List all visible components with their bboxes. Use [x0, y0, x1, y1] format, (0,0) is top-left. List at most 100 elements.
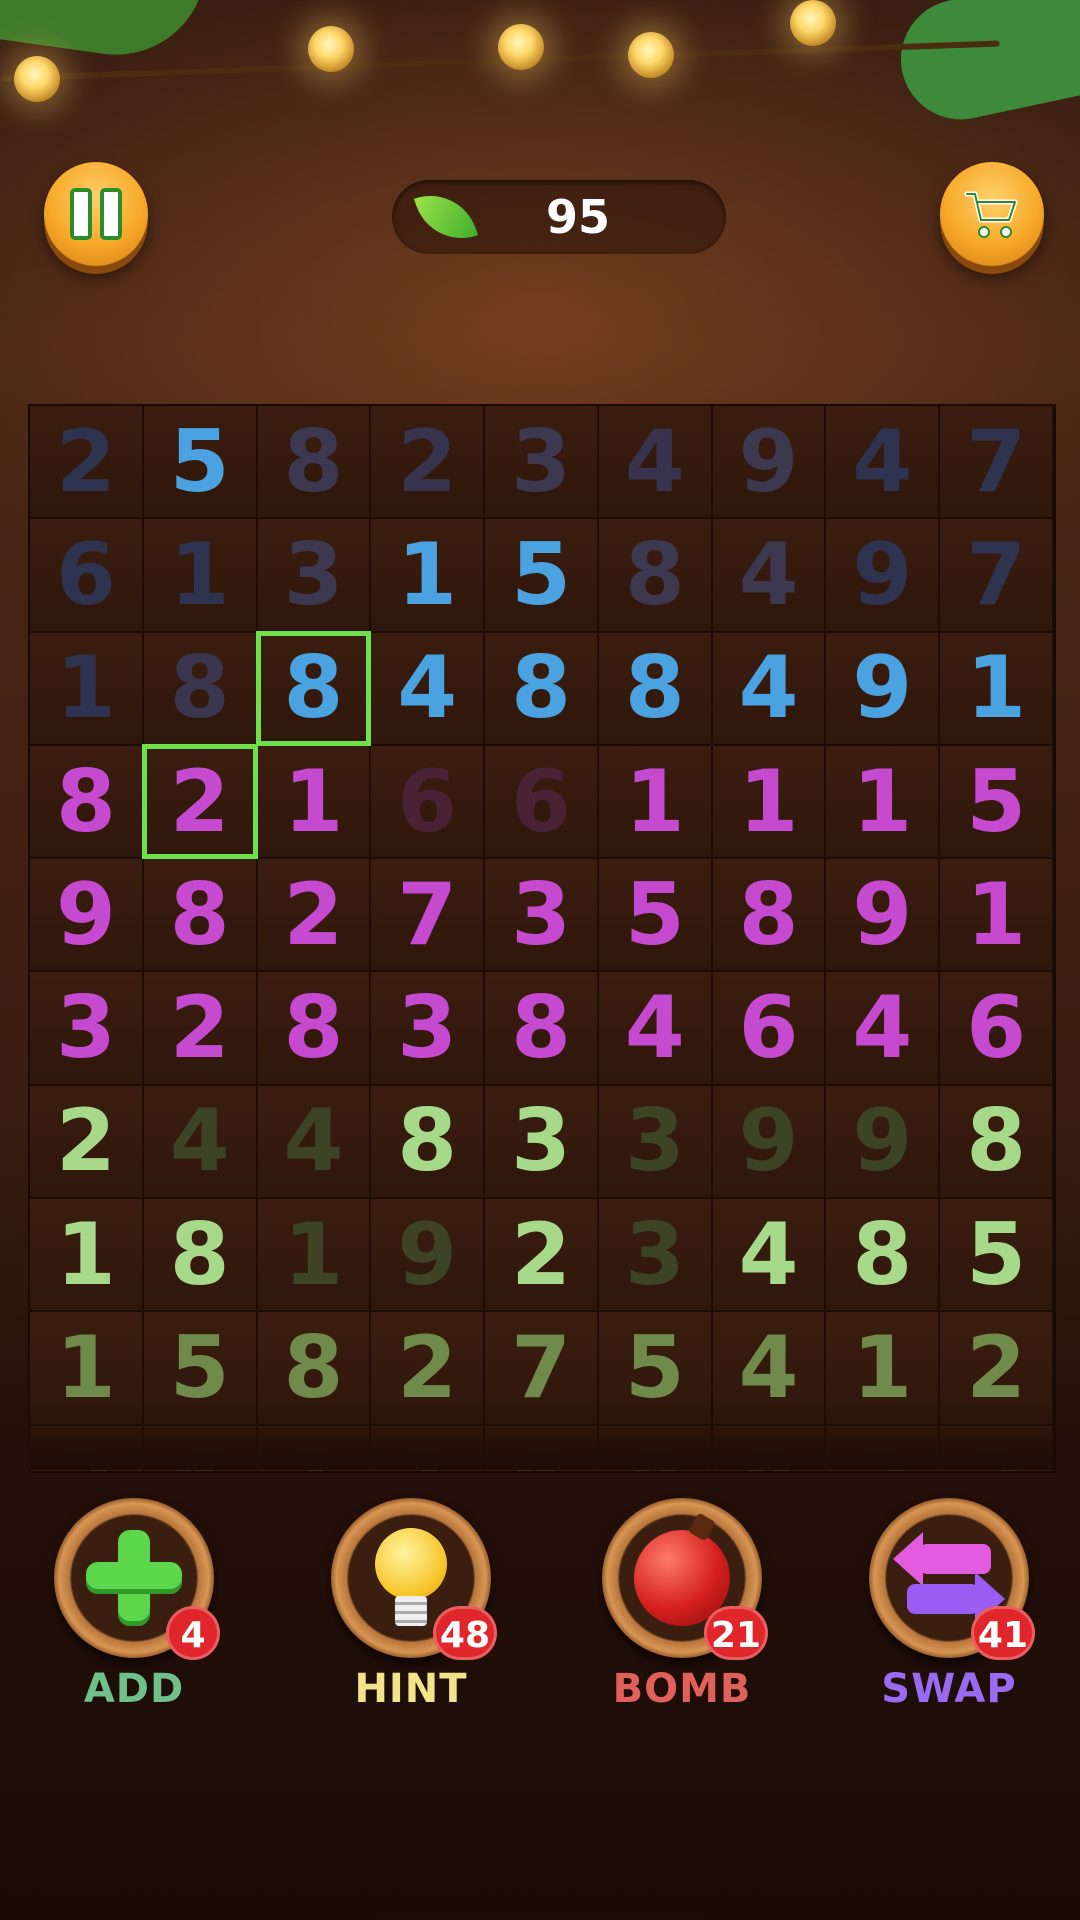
bomb-tool-ring[interactable]: 21	[602, 1498, 768, 1660]
grid-cell[interactable]: 8	[371, 1085, 486, 1200]
hint-tool-ring[interactable]: 48	[331, 1498, 497, 1660]
grid-cell[interactable]: 1	[257, 1425, 372, 1471]
grid-cell[interactable]: 4	[712, 1199, 827, 1313]
grid-cell[interactable]: 7	[485, 1312, 599, 1426]
grid-cell[interactable]: 2	[371, 406, 486, 520]
grid-cell[interactable]: 4	[598, 972, 713, 1086]
grid-cell[interactable]: 5	[485, 519, 599, 633]
grid-cell[interactable]: 9	[826, 632, 941, 746]
grid-cell[interactable]: 8	[598, 519, 713, 633]
grid-cell[interactable]: 9	[826, 519, 941, 633]
grid-cell[interactable]: 4	[371, 632, 486, 746]
grid-cell[interactable]: 3	[485, 859, 599, 973]
grid-cell[interactable]: 2	[940, 1312, 1054, 1426]
grid-cell[interactable]: 2	[257, 859, 372, 973]
grid-cell[interactable]: 4	[712, 632, 827, 746]
grid-cell[interactable]: 9	[826, 859, 941, 973]
grid-cell[interactable]: 1	[371, 1425, 486, 1471]
grid-cell[interactable]: 1	[30, 632, 144, 746]
grid-cell[interactable]: 7	[940, 406, 1054, 520]
grid-cell[interactable]: 1	[826, 1312, 941, 1426]
shop-button[interactable]	[940, 162, 1044, 266]
grid-cell[interactable]: 1	[826, 745, 941, 860]
grid-cell[interactable]: 4	[826, 972, 941, 1086]
grid-cell[interactable]: 9	[712, 406, 827, 520]
grid-cell[interactable]: 9	[371, 1199, 486, 1313]
grid-cell[interactable]: 1	[30, 1199, 144, 1313]
grid-cell[interactable]: 8	[30, 745, 144, 860]
grid-cell[interactable]: 1	[257, 1199, 372, 1313]
grid-cell[interactable]: 8	[143, 1199, 258, 1313]
grid-cell[interactable]: 8	[485, 632, 599, 746]
grid-cell[interactable]: 2	[143, 972, 258, 1086]
grid-cell[interactable]: 9	[826, 1085, 941, 1200]
grid-cell[interactable]: 6	[30, 519, 144, 633]
grid-cell[interactable]: 6	[940, 972, 1054, 1086]
grid-cell[interactable]: 8	[143, 632, 258, 746]
grid-cell[interactable]: 2	[371, 1312, 486, 1426]
grid-cell[interactable]: 1	[371, 519, 486, 633]
grid-cell[interactable]: 2	[30, 1425, 144, 1471]
grid-cell[interactable]: 1	[712, 745, 827, 860]
grid-cell[interactable]: 5	[598, 1312, 713, 1426]
grid-cell[interactable]: 2	[940, 1425, 1054, 1471]
grid-cell[interactable]: 4	[712, 519, 827, 633]
add-tool-button[interactable]: 4 ADD	[50, 1498, 220, 1712]
grid-cell[interactable]: 3	[485, 406, 599, 520]
grid-cell[interactable]: 8	[257, 972, 372, 1086]
grid-cell[interactable]: 8	[143, 859, 258, 973]
grid-cell[interactable]: 8	[712, 859, 827, 973]
hint-tool-button[interactable]: 48 HINT	[327, 1498, 497, 1712]
grid-cell[interactable]: 5	[598, 859, 713, 973]
grid-cell[interactable]: 8	[598, 1425, 713, 1471]
grid-cell[interactable]: 1	[598, 745, 713, 860]
pause-button[interactable]	[44, 162, 148, 266]
grid-cell[interactable]: 8	[826, 1199, 941, 1313]
grid-cell[interactable]: 3	[485, 1085, 599, 1200]
grid-cell[interactable]: 6	[143, 1425, 258, 1471]
grid-cell[interactable]: 4	[257, 1085, 372, 1200]
grid-cell[interactable]: 5	[940, 1199, 1054, 1313]
grid-cell[interactable]: 3	[257, 519, 372, 633]
grid-cell[interactable]: 1	[940, 859, 1054, 973]
grid-cell[interactable]: 5	[143, 406, 258, 520]
grid-cell[interactable]: 3	[371, 972, 486, 1086]
grid-cell[interactable]: 4	[598, 406, 713, 520]
grid-cell[interactable]: 7	[371, 859, 486, 973]
bomb-tool-button[interactable]: 21 BOMB	[598, 1498, 768, 1712]
grid-cell[interactable]: 2	[485, 1199, 599, 1313]
grid-cell[interactable]: 4	[712, 1312, 827, 1426]
grid-cell[interactable]: 2	[30, 1085, 144, 1200]
grid-cell[interactable]: 3	[30, 972, 144, 1086]
grid-cell[interactable]: 3	[598, 1085, 713, 1200]
grid-cell[interactable]: 5	[143, 1312, 258, 1426]
grid-cell[interactable]: 2	[826, 1425, 941, 1471]
swap-tool-ring[interactable]: 41	[869, 1498, 1035, 1660]
grid-cell[interactable]: 1	[143, 519, 258, 633]
grid-cell[interactable]: 5	[940, 745, 1054, 860]
grid-cell[interactable]: 8	[712, 1425, 827, 1471]
grid-cell[interactable]: 4	[826, 406, 941, 520]
grid-cell[interactable]: 8	[255, 630, 372, 747]
grid-cell[interactable]: 1	[30, 1312, 144, 1426]
grid-cell[interactable]: 8	[940, 1085, 1054, 1200]
grid-cell[interactable]: 4	[143, 1085, 258, 1200]
grid-cell[interactable]: 3	[598, 1199, 713, 1313]
grid-cell[interactable]: 9	[712, 1085, 827, 1200]
grid-cell[interactable]: 2	[141, 743, 258, 860]
grid-cell[interactable]: 8	[257, 1312, 372, 1426]
grid-cell[interactable]: 8	[485, 972, 599, 1086]
grid-cell[interactable]: 8	[257, 406, 372, 520]
grid-cell[interactable]: 6	[485, 1425, 599, 1471]
grid-cell[interactable]: 1	[257, 745, 372, 860]
swap-tool-button[interactable]: 41 SWAP	[865, 1498, 1035, 1712]
grid-cell[interactable]: 2	[30, 406, 144, 520]
grid-cell[interactable]: 9	[30, 859, 144, 973]
grid-cell[interactable]: 1	[940, 632, 1054, 746]
add-tool-ring[interactable]: 4	[54, 1498, 220, 1660]
grid-cell[interactable]: 8	[598, 632, 713, 746]
grid-cell[interactable]: 6	[712, 972, 827, 1086]
grid-cell[interactable]: 6	[371, 745, 486, 860]
grid-cell[interactable]: 6	[485, 745, 599, 860]
grid-cell[interactable]: 7	[940, 519, 1054, 633]
